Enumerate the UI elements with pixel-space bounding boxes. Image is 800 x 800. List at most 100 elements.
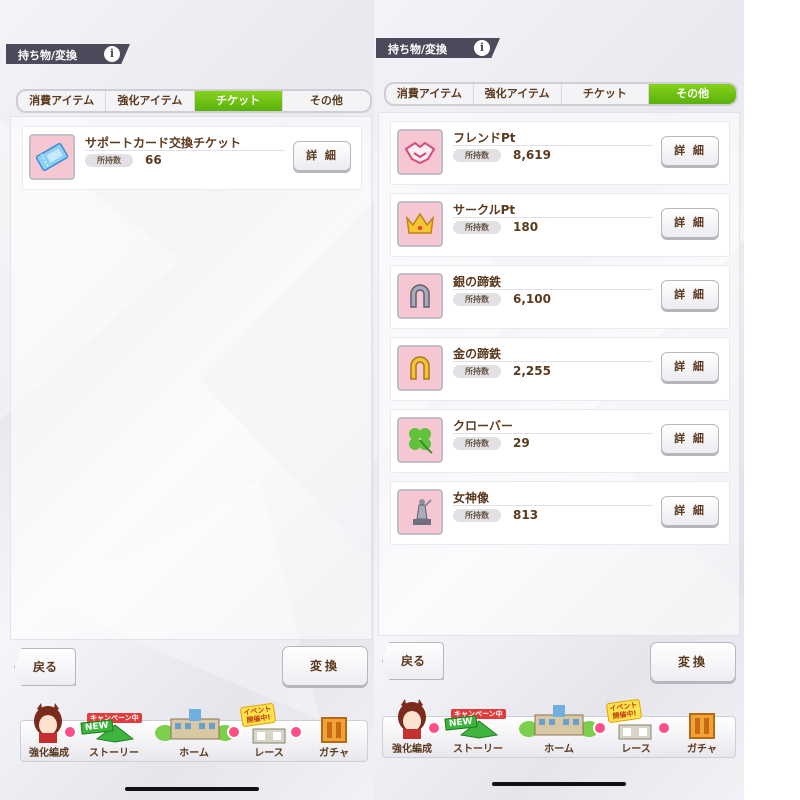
tab-enhancement-items[interactable]: 強化アイテム	[106, 91, 195, 111]
nav-label: ホーム	[544, 744, 574, 755]
nav-item-enhance-formation[interactable]: 強化編成	[21, 703, 77, 761]
convert-button[interactable]: 変換	[282, 646, 368, 686]
item-name: フレンドPt	[453, 131, 516, 145]
detail-button[interactable]: 詳 細	[661, 352, 719, 382]
item-name: サポートカード交換チケット	[85, 136, 242, 150]
nav-label: ホーム	[179, 748, 209, 759]
owned-label: 所持数	[453, 221, 501, 234]
gacha-door-icon	[689, 713, 715, 739]
bottom-nav: 強化編成 キャンペーン中 NEW ストーリー ホーム イベント 開催中! レース…	[20, 702, 368, 762]
item-name: サークルPt	[453, 203, 516, 217]
nav-item-enhance-formation[interactable]: 強化編成	[383, 699, 441, 757]
divider	[453, 289, 653, 290]
page-title: 持ち物/変換	[388, 43, 448, 56]
divider	[453, 433, 653, 434]
owned-label: 所持数	[453, 293, 501, 306]
item-name: 金の蹄鉄	[453, 347, 502, 361]
notification-dot	[657, 721, 671, 735]
divider	[453, 217, 653, 218]
list-item: 女神像 所持数 813 詳 細	[390, 481, 730, 545]
owned-count: 66	[145, 153, 162, 167]
item-list	[10, 116, 372, 640]
owned-count: 8,619	[513, 148, 551, 162]
page-title: 持ち物/変換	[18, 49, 78, 62]
owned-label: 所持数	[453, 437, 501, 450]
notification-dot	[63, 725, 77, 739]
detail-button[interactable]: 詳 細	[661, 496, 719, 526]
owned-count: 180	[513, 220, 539, 234]
tab-other[interactable]: その他	[283, 91, 370, 111]
nav-item-race[interactable]: イベント 開催中! レース	[605, 698, 671, 757]
detail-button[interactable]: 詳 細	[293, 141, 351, 171]
info-icon[interactable]: i	[474, 40, 490, 56]
nav-label: 強化編成	[392, 744, 432, 755]
tab-tickets[interactable]: チケット	[562, 84, 650, 104]
tab-enhancement-items[interactable]: 強化アイテム	[474, 84, 562, 104]
list-item: サポートカード交換チケット 所持数 66 詳 細	[22, 126, 362, 190]
divider	[453, 361, 653, 362]
detail-button[interactable]: 詳 細	[661, 136, 719, 166]
tab-consumables[interactable]: 消費アイテム	[18, 91, 107, 111]
home-building-icon	[519, 705, 599, 737]
goddess-statue-icon	[397, 489, 443, 535]
owned-label: 所持数	[453, 149, 501, 162]
nav-item-race[interactable]: イベント 開催中! レース	[239, 702, 303, 761]
nav-item-home[interactable]: ホーム	[515, 705, 607, 757]
clover-icon	[397, 417, 443, 463]
nav-item-gacha[interactable]: ガチャ	[303, 717, 365, 761]
nav-item-story[interactable]: キャンペーン中 NEW ストーリー	[79, 713, 149, 761]
character-portrait-icon	[34, 703, 62, 743]
owned-count: 29	[513, 436, 530, 450]
tab-other[interactable]: その他	[649, 84, 736, 104]
list-item: 金の蹄鉄 所持数 2,255 詳 細	[390, 337, 730, 401]
detail-button[interactable]: 詳 細	[661, 424, 719, 454]
nav-label: レース	[621, 744, 651, 755]
character-portrait-icon	[398, 699, 426, 739]
list-item: フレンドPt 所持数 8,619 詳 細	[390, 121, 730, 185]
nav-label: ガチャ	[687, 744, 717, 755]
back-button[interactable]: 戻る	[14, 648, 76, 686]
owned-count: 6,100	[513, 292, 551, 306]
ticket-icon	[29, 134, 75, 180]
owned-label: 所持数	[453, 509, 501, 522]
back-button[interactable]: 戻る	[382, 642, 444, 680]
nav-label: 強化編成	[29, 748, 69, 759]
gold-horseshoe-icon	[397, 345, 443, 391]
silver-horseshoe-icon	[397, 273, 443, 319]
owned-label: 所持数	[453, 365, 501, 378]
owned-count: 2,255	[513, 364, 551, 378]
bottom-nav: 強化編成 キャンペーン中 NEW ストーリー ホーム イベント 開催中! レース…	[382, 698, 736, 758]
detail-button[interactable]: 詳 細	[661, 208, 719, 238]
notification-dot	[427, 721, 441, 735]
race-track-icon	[618, 724, 652, 740]
info-icon[interactable]: i	[104, 46, 120, 62]
notification-dot	[289, 725, 303, 739]
item-name: クローバー	[453, 419, 513, 433]
convert-button[interactable]: 変換	[650, 642, 736, 682]
divider	[85, 150, 285, 151]
left-screen: 持ち物/変換 i 消費アイテム 強化アイテム チケット その他 サポートカード交…	[0, 0, 374, 800]
nav-item-home[interactable]: ホーム	[151, 709, 241, 761]
home-indicator[interactable]	[125, 787, 259, 791]
list-item: クローバー 所持数 29 詳 細	[390, 409, 730, 473]
nav-item-gacha[interactable]: ガチャ	[671, 713, 733, 757]
list-item: 銀の蹄鉄 所持数 6,100 詳 細	[390, 265, 730, 329]
list-item: サークルPt 所持数 180 詳 細	[390, 193, 730, 257]
detail-button[interactable]: 詳 細	[661, 280, 719, 310]
nav-label: レース	[254, 748, 284, 759]
right-screen: 持ち物/変換 i 消費アイテム 強化アイテム チケット その他 フレンドPt 所…	[374, 0, 744, 800]
page-header: 持ち物/変換 i	[376, 38, 500, 58]
crown-icon	[397, 201, 443, 247]
nav-label: ストーリー	[453, 744, 503, 755]
owned-label: 所持数	[85, 154, 133, 167]
owned-count: 813	[513, 508, 539, 522]
nav-item-story[interactable]: キャンペーン中 NEW ストーリー	[443, 709, 513, 757]
home-indicator[interactable]	[492, 782, 626, 786]
item-name: 銀の蹄鉄	[453, 275, 502, 289]
home-building-icon	[155, 709, 235, 741]
gacha-door-icon	[321, 717, 347, 743]
tab-tickets[interactable]: チケット	[194, 91, 283, 111]
item-name: 女神像	[453, 491, 490, 505]
tab-consumables[interactable]: 消費アイテム	[386, 84, 474, 104]
category-tabs: 消費アイテム 強化アイテム チケット その他	[384, 82, 738, 106]
